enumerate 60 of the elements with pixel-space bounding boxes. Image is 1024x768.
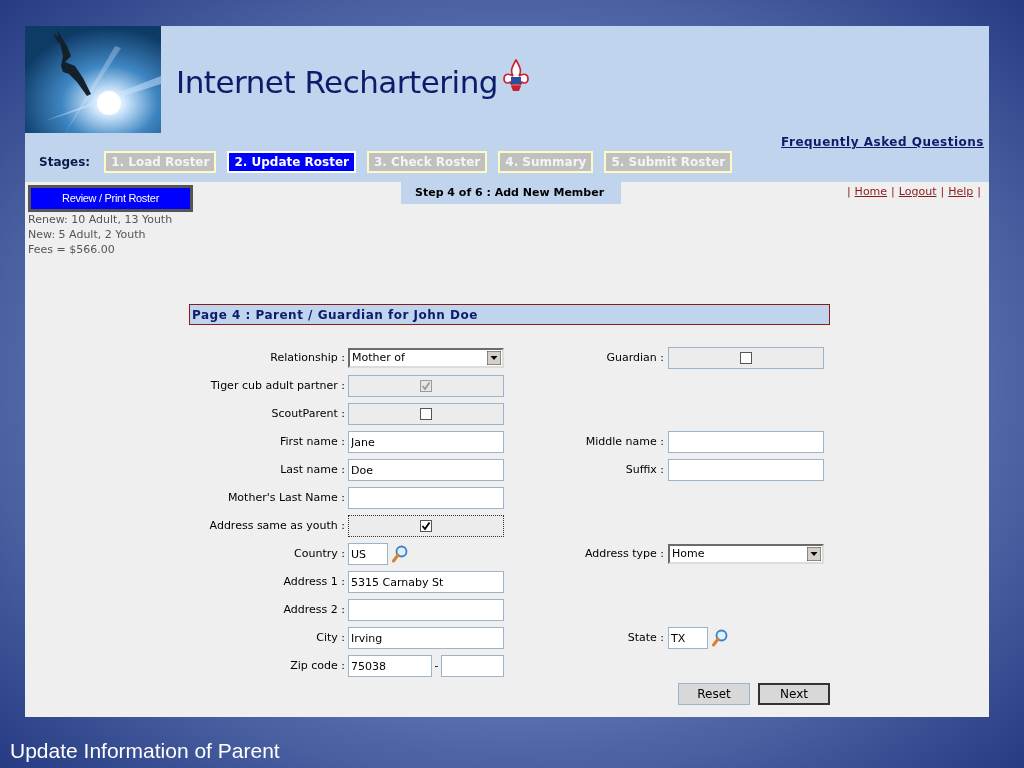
form-title: Page 4 : Parent / Guardian for John Doe (189, 304, 830, 325)
field-label: Last name : (279, 461, 346, 478)
text-field[interactable] (441, 655, 504, 677)
field-label: ScoutParent : (270, 405, 346, 422)
text-field[interactable]: 75038 (348, 655, 432, 677)
text-field[interactable]: 5315 Carnaby St (348, 571, 504, 593)
text-field[interactable] (668, 459, 824, 481)
field-label: Address 1 : (282, 573, 346, 590)
text-field[interactable]: Irving (348, 627, 504, 649)
nav-link[interactable]: Logout (898, 183, 937, 201)
search-icon[interactable] (392, 545, 408, 563)
summary-line: New: 5 Adult, 2 Youth (28, 227, 147, 242)
text-field[interactable] (668, 431, 824, 453)
step-banner: Step 4 of 6 : Add New Member (401, 182, 621, 204)
fleur-de-lis-icon (502, 58, 530, 93)
field-label: Address same as youth : (208, 517, 346, 534)
text-field[interactable]: US (348, 543, 388, 565)
field-label: Relationship : (269, 349, 346, 366)
text-field[interactable]: TX (668, 627, 708, 649)
slide-caption: Update Information of Parent (10, 738, 280, 764)
field-label: Address 2 : (282, 601, 346, 618)
field-label: Address type : (583, 545, 665, 562)
nav-link[interactable]: Home (854, 183, 888, 201)
field-label: Mother's Last Name : (226, 489, 346, 506)
stages-label: Stages: (39, 154, 91, 171)
separator: | (846, 183, 851, 200)
field-label: City : (315, 629, 346, 646)
field-label: First name : (278, 433, 346, 450)
text-field[interactable] (348, 487, 504, 509)
field-label: Middle name : (584, 433, 665, 450)
field-label: Guardian : (605, 349, 665, 366)
form-button[interactable]: Reset (678, 683, 750, 705)
field-label: Country : (293, 545, 346, 562)
field-label: Zip code : (289, 657, 346, 674)
site-title: Internet Rechartering (176, 63, 498, 103)
checkbox[interactable] (420, 520, 432, 532)
field-label: Tiger cub adult partner : (209, 377, 346, 394)
dropdown[interactable]: Home (668, 544, 824, 564)
form-button[interactable]: Next (758, 683, 830, 705)
text-field[interactable] (348, 599, 504, 621)
text-field[interactable]: Doe (348, 459, 504, 481)
checkbox[interactable] (420, 408, 432, 420)
checkbox[interactable] (740, 352, 752, 364)
dash: - (433, 657, 440, 674)
caret-icon (807, 547, 821, 561)
summary-line: Fees = $566.00 (28, 242, 116, 257)
faq-link[interactable]: Frequently Asked Questions (781, 133, 984, 151)
stage-tab[interactable]: 2. Update Roster (227, 151, 356, 173)
dropdown[interactable]: Mother of (348, 348, 504, 368)
review-roster-button[interactable]: Review / Print Roster (28, 185, 193, 212)
caret-icon (487, 351, 501, 365)
field-label: Suffix : (624, 461, 665, 478)
separator: | (977, 183, 981, 200)
nav-link[interactable]: Help (948, 183, 974, 201)
separator: | (891, 183, 895, 200)
separator: | (940, 183, 945, 200)
summary-line: Renew: 10 Adult, 13 Youth (28, 212, 174, 227)
text-field[interactable]: Jane (348, 431, 504, 453)
field-label: State : (626, 629, 665, 646)
search-icon[interactable] (712, 629, 728, 647)
